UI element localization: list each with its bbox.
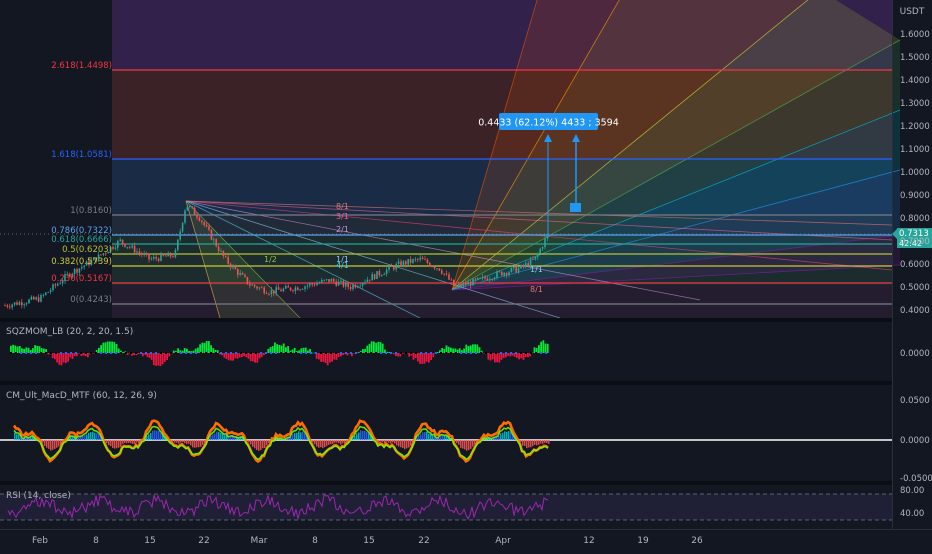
gann-ratio-label: 8/1 [530,285,543,294]
gann-ratio-label: 3/1 [336,212,349,221]
price-tick: 1.5000 [900,53,930,63]
fib-level-label: 0(0.4243) [70,295,112,305]
fib-level-label: 0.618(0.6666) [51,235,112,245]
gann-ratio-label: 4/1 [336,261,349,270]
fib-level-label: 1(0.8160) [70,206,112,216]
gann-ratio-label: 1/1 [530,265,543,274]
time-tick: 22 [418,536,429,546]
price-tick: 0.4000 [900,306,930,316]
price-tick: 1.0000 [900,168,930,178]
rsi-axis-tick: 80.00 [900,486,924,496]
gann-ratio-label: 1/2 [264,255,277,264]
rsi-title: RSI (14, close) [6,491,71,501]
price-tick: 0.6000 [900,260,930,270]
fib-level-label: 1.618(1.0581) [51,150,112,160]
currency-label: USDT [900,7,925,17]
price-tick: 0.7000 [900,237,930,247]
time-tick: Apr [495,536,511,546]
measure-anchor-handle[interactable] [570,203,581,212]
price-tick: 1.3000 [900,99,930,109]
gann-ratio-label: 8/1 [336,202,349,211]
fib-level-label: 0.236(0.5167) [51,274,112,284]
measure-tooltip: 0.4433 (62.12%) 4433 ; 3594 [478,118,619,129]
time-tick: 12 [583,536,594,546]
time-tick: 15 [144,536,155,546]
fib-level-label: 0.382(0.5739) [51,257,112,267]
sqz-axis-tick: 0.0000 [900,349,930,359]
sqz-title: SQZMOM_LB (20, 2, 20, 1.5) [6,327,133,337]
rsi-axis-tick: 40.00 [900,509,924,519]
fib-level-label: 2.618(1.4498) [51,61,112,71]
macd-axis-tick: 0.0500 [900,396,930,406]
chart-workspace[interactable]: 2.618(1.4498) 1.618(1.0581) 1(0.8160) 0.786… [0,0,932,550]
fib-level-label: 0.5(0.6203) [62,245,112,255]
time-tick: 8 [312,536,318,546]
price-tick: 0.9000 [900,191,930,201]
macd-axis-tick: 0.0000 [900,436,930,446]
gann-ratio-label: 2/1 [336,225,349,234]
rsi-pane[interactable]: RSI (14, close) [0,491,892,521]
time-tick: 15 [363,536,374,546]
price-tick: 1.6000 [900,30,930,40]
time-tick: Mar [251,536,268,546]
price-tick: 0.5000 [900,283,930,293]
price-tick: 1.2000 [900,122,930,132]
time-tick: 19 [637,536,649,546]
time-tick: Feb [32,536,48,546]
time-tick: 26 [691,536,703,546]
price-tick: 0.8000 [900,214,930,224]
price-tick: 1.1000 [900,145,930,155]
macd-axis-tick: -0.0500 [900,474,932,484]
macd-title: CM_Ult_MacD_MTF (60, 12, 26, 9) [6,391,157,401]
price-tick: 1.4000 [900,76,930,86]
time-tick: 22 [198,536,209,546]
time-tick: 8 [93,536,99,546]
